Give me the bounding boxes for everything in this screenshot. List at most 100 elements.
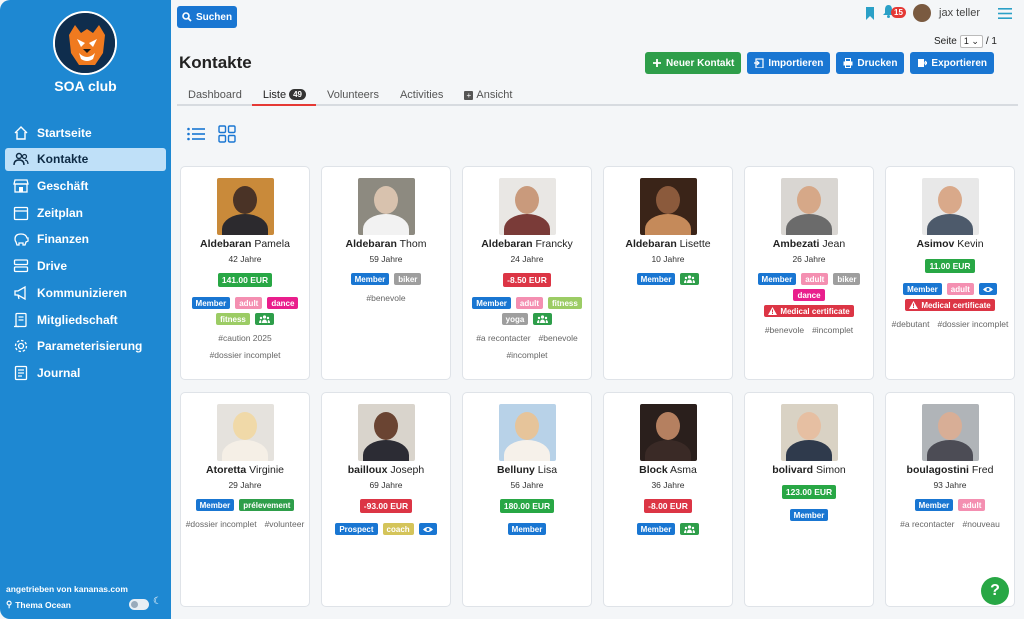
sidebar-item-label: Finanzen (37, 232, 90, 247)
tag-group (533, 313, 553, 325)
contact-card[interactable]: Block Asma 36 Jahre -8.00 EUR Member (603, 392, 733, 607)
page-select[interactable]: 1 ⌄ (959, 35, 983, 48)
sidebar-item-geschäft[interactable]: Geschäft (5, 174, 166, 197)
top-right-toolbar: 15 jax teller (865, 4, 1012, 22)
exportieren-button[interactable]: Exportieren (910, 52, 994, 74)
users-icon (13, 152, 29, 166)
tag: fitness (548, 297, 582, 309)
contact-card[interactable]: Aldebaran Lisette 10 Jahre Member (603, 166, 733, 380)
contact-photo (921, 404, 979, 461)
contact-card[interactable]: boulagostini Fred 93 Jahre Member adult #a r… (885, 392, 1015, 607)
sidebar-item-kommunizieren[interactable]: Kommunizieren (5, 281, 166, 304)
sidebar-item-parameterisierung[interactable]: Parameterisierung (5, 335, 166, 358)
sidebar-item-mitgliedschaft[interactable]: Mitgliedschaft (5, 308, 166, 331)
hashtag[interactable]: #a recontacter (900, 519, 954, 529)
megaphone-icon (14, 285, 26, 300)
importieren-button[interactable]: Importieren (747, 52, 831, 74)
contact-card[interactable]: Aldebaran Thom 59 Jahre Member biker #benevo… (321, 166, 451, 380)
contact-age: 69 Jahre (369, 480, 403, 490)
tag-list: Member adult biker dance Medical certificate (750, 273, 868, 317)
tag-list: Member adult (891, 499, 1009, 511)
help-button[interactable]: ? (981, 577, 1009, 605)
hashtag[interactable]: #nouveau (963, 519, 1000, 529)
contact-card[interactable]: bolivard Simon 123.00 EUR Member (744, 392, 874, 607)
hashtag[interactable]: #benevole (366, 293, 405, 303)
hashtag-list: #benevole #incomplet (749, 325, 869, 335)
tab-label: Ansicht (476, 89, 513, 101)
tag: Member (191, 297, 231, 309)
list-view-icon[interactable] (187, 127, 205, 141)
hashtag-list: #debutant #dossier incomplet (890, 319, 1010, 329)
tag-list: Member (750, 509, 868, 521)
contact-name: Aldebaran Thom (345, 238, 427, 250)
hashtag-list: #a recontacter #nouveau (890, 519, 1010, 529)
powered-by[interactable]: angetrieben von kananas.com (6, 584, 128, 594)
sidebar-item-journal[interactable]: Journal (5, 362, 166, 385)
user-avatar[interactable] (913, 4, 932, 22)
tab-dashboard[interactable]: Dashboard (177, 85, 252, 106)
search-button-label: Suchen (195, 11, 233, 23)
dark-mode-toggle[interactable] (129, 599, 149, 610)
notifications-badge: 15 (891, 7, 906, 18)
group-icon (684, 525, 696, 533)
home-icon (14, 125, 28, 140)
hashtag[interactable]: #benevole (765, 325, 804, 335)
page-label: Seite (934, 36, 957, 47)
hashtag[interactable]: #benevole (539, 333, 578, 343)
tag: Member (472, 297, 511, 309)
hashtag[interactable]: #incomplet (812, 325, 853, 335)
hashtag[interactable]: #a recontacter (476, 333, 530, 343)
sidebar-item-label: Journal (37, 366, 81, 380)
contact-card[interactable]: Aldebaran Pamela 42 Jahre 141.00 EUR Member… (180, 166, 310, 380)
sidebar-item-zeitplan[interactable]: Zeitplan (5, 201, 166, 224)
sidebar-item-drive[interactable]: Drive (5, 254, 166, 277)
action-label: Drucken (857, 57, 898, 69)
hashtag[interactable]: #debutant (892, 319, 930, 329)
hashtag[interactable]: #dossier incomplet (186, 519, 257, 529)
neuer-kontakt-button[interactable]: Neuer Kontakt (645, 52, 742, 74)
user-name[interactable]: jax teller (939, 7, 980, 19)
hashtag[interactable]: #dossier incomplet (937, 319, 1008, 329)
tag: Prospect (335, 523, 378, 535)
tag-list: Member adult dance fitness (186, 297, 304, 325)
sidebar-item-kontakte[interactable]: Kontakte (5, 147, 166, 171)
tab-activities[interactable]: Activities (389, 85, 453, 106)
hashtag[interactable]: #incomplet (506, 350, 547, 360)
tab-liste[interactable]: Liste 49 (251, 85, 316, 106)
membership-icon (14, 312, 27, 327)
contact-name: Atoretta Virginie (205, 464, 284, 476)
contact-card[interactable]: Aldebaran Francky 24 Jahre -8.50 EUR Member… (462, 166, 592, 380)
hamburger-menu-icon[interactable] (998, 7, 1012, 19)
contact-card[interactable]: Ambezati Jean 26 Jahre Member adult biker dan… (744, 166, 874, 380)
tab-ansicht[interactable]: + Ansicht (453, 85, 522, 106)
contact-age: 26 Jahre (792, 254, 826, 264)
drucken-button[interactable]: Drucken (836, 52, 905, 74)
theme-selector[interactable]: ⚲ Thema Ocean (6, 599, 71, 610)
contacts-grid: Aldebaran Pamela 42 Jahre 141.00 EUR Member… (180, 166, 1016, 609)
contact-age: 56 Jahre (510, 480, 544, 490)
piggy-bank-icon (14, 233, 29, 246)
tag: biker (833, 273, 861, 285)
search-icon (182, 12, 192, 22)
sidebar-item-label: Kontakte (37, 152, 89, 167)
contact-name: Aldebaran Pamela (200, 238, 290, 250)
sidebar-item-label: Startseite (37, 125, 92, 140)
tag-list: Member adult Medical certificate (891, 283, 1009, 311)
notifications-button[interactable]: 15 (883, 5, 906, 21)
contact-card[interactable]: Asimov Kevin 11.00 EUR Member adult Medical … (885, 166, 1015, 380)
sidebar-item-startseite[interactable]: Startseite (5, 121, 166, 144)
club-logo[interactable] (53, 11, 117, 75)
contact-card[interactable]: Belluny Lisa 56 Jahre 180.00 EUR Member (462, 392, 592, 607)
hashtag[interactable]: #volunteer (265, 519, 305, 529)
grid-view-icon[interactable] (218, 125, 236, 143)
bookmark-icon[interactable] (865, 6, 875, 20)
hashtag[interactable]: #caution 2025 (218, 333, 271, 343)
sidebar-item-finanzen[interactable]: Finanzen (5, 228, 166, 251)
hashtag[interactable]: #dossier incomplet (210, 350, 281, 360)
tag-group (680, 273, 700, 285)
drive-icon (13, 259, 29, 273)
search-button[interactable]: Suchen (177, 6, 237, 28)
tab-volunteers[interactable]: Volunteers (316, 85, 389, 106)
contact-card[interactable]: bailloux Joseph 69 Jahre -93.00 EUR Prospec… (321, 392, 451, 607)
contact-card[interactable]: Atoretta Virginie 29 Jahre Member préleveme… (180, 392, 310, 607)
